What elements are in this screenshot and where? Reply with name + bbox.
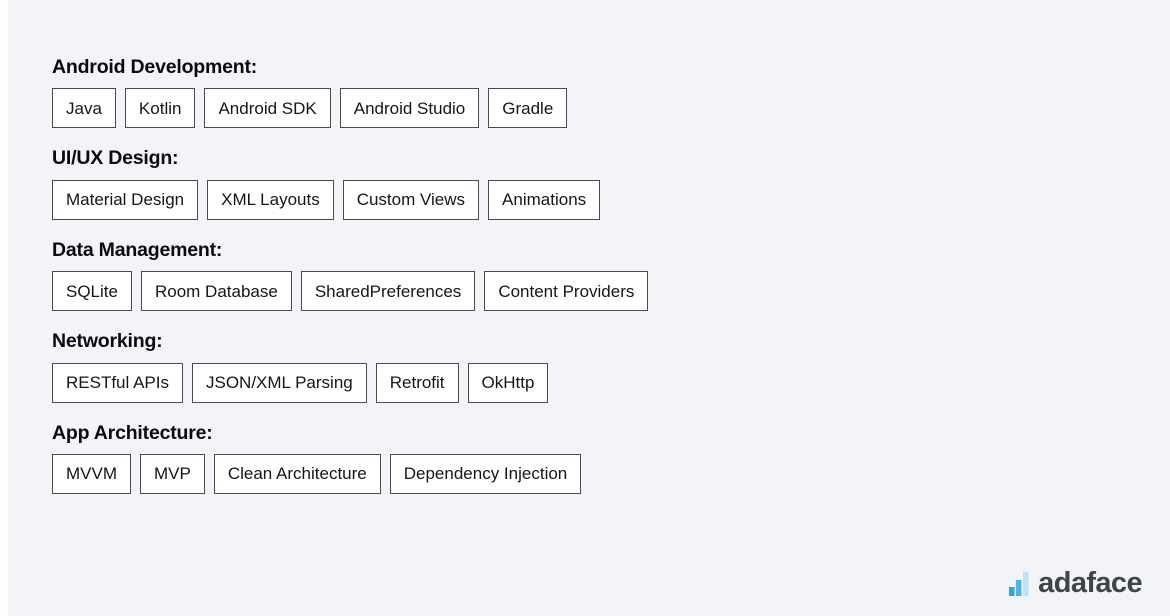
skill-group: UI/UX Design: Material Design XML Layouts C… xyxy=(52,146,1112,220)
skill-chip: Material Design xyxy=(52,179,199,220)
skill-group-heading: Android Development: xyxy=(52,56,258,78)
skills-panel: Android Development: Java Kotlin Android SD… xyxy=(52,55,1112,494)
adaface-wordmark: adaface xyxy=(1038,567,1142,599)
skill-chip: Dependency Injection xyxy=(389,453,582,494)
skill-chip: Room Database xyxy=(140,271,292,312)
skill-chip: JSON/XML Parsing xyxy=(191,362,367,403)
skill-chip-row: Java Kotlin Android SDK Android Studio Gradl… xyxy=(52,88,1112,129)
skill-chip: Clean Architecture xyxy=(213,453,381,494)
skill-chip: Content Providers xyxy=(484,271,649,312)
skill-chip: Retrofit xyxy=(375,362,459,403)
skill-group: Data Management: SQLite Room Database Share… xyxy=(52,238,1112,312)
skill-chip: SharedPreferences xyxy=(300,271,476,312)
skill-group-heading: Networking: xyxy=(52,330,163,353)
skill-chip: RESTful APIs xyxy=(52,362,183,403)
skill-chip: Android SDK xyxy=(204,88,331,129)
skill-group-heading: App Architecture: xyxy=(52,421,213,444)
skill-group: Networking: RESTful APIs JSON/XML Parsing R… xyxy=(52,329,1112,403)
skill-group: App Architecture: MVVM MVP Clean Architectu… xyxy=(52,421,1112,494)
skill-chip: Android Studio xyxy=(339,88,480,129)
skill-chip-row: Material Design XML Layouts Custom Views An… xyxy=(52,179,1112,220)
left-edge-strip xyxy=(0,0,8,616)
skill-chip-row: MVVM MVP Clean Architecture Dependency Inje… xyxy=(52,453,1112,494)
skill-chip: XML Layouts xyxy=(207,179,334,220)
skill-chip-row: RESTful APIs JSON/XML Parsing Retrofit OkHt… xyxy=(52,362,1112,403)
skill-chip: SQLite xyxy=(52,271,132,312)
skill-chip: OkHttp xyxy=(467,362,549,403)
skill-chip: MVP xyxy=(140,453,205,494)
skill-chip: Java xyxy=(52,88,116,129)
skill-group-heading: Data Management: xyxy=(52,238,223,261)
skill-chip-row: SQLite Room Database SharedPreferences Cont… xyxy=(52,271,1112,312)
skill-chip: Kotlin xyxy=(124,88,196,129)
skill-chip: MVVM xyxy=(52,453,131,494)
skill-chip: Animations xyxy=(488,179,601,220)
skill-group: Android Development: Java Kotlin Android SD… xyxy=(52,55,1112,129)
skill-chip: Custom Views xyxy=(342,179,480,220)
adaface-logo: adaface xyxy=(1009,567,1143,599)
skill-chip: Gradle xyxy=(488,88,568,129)
skill-group-heading: UI/UX Design: xyxy=(52,147,179,170)
bar-chart-logo-icon xyxy=(1009,571,1029,596)
